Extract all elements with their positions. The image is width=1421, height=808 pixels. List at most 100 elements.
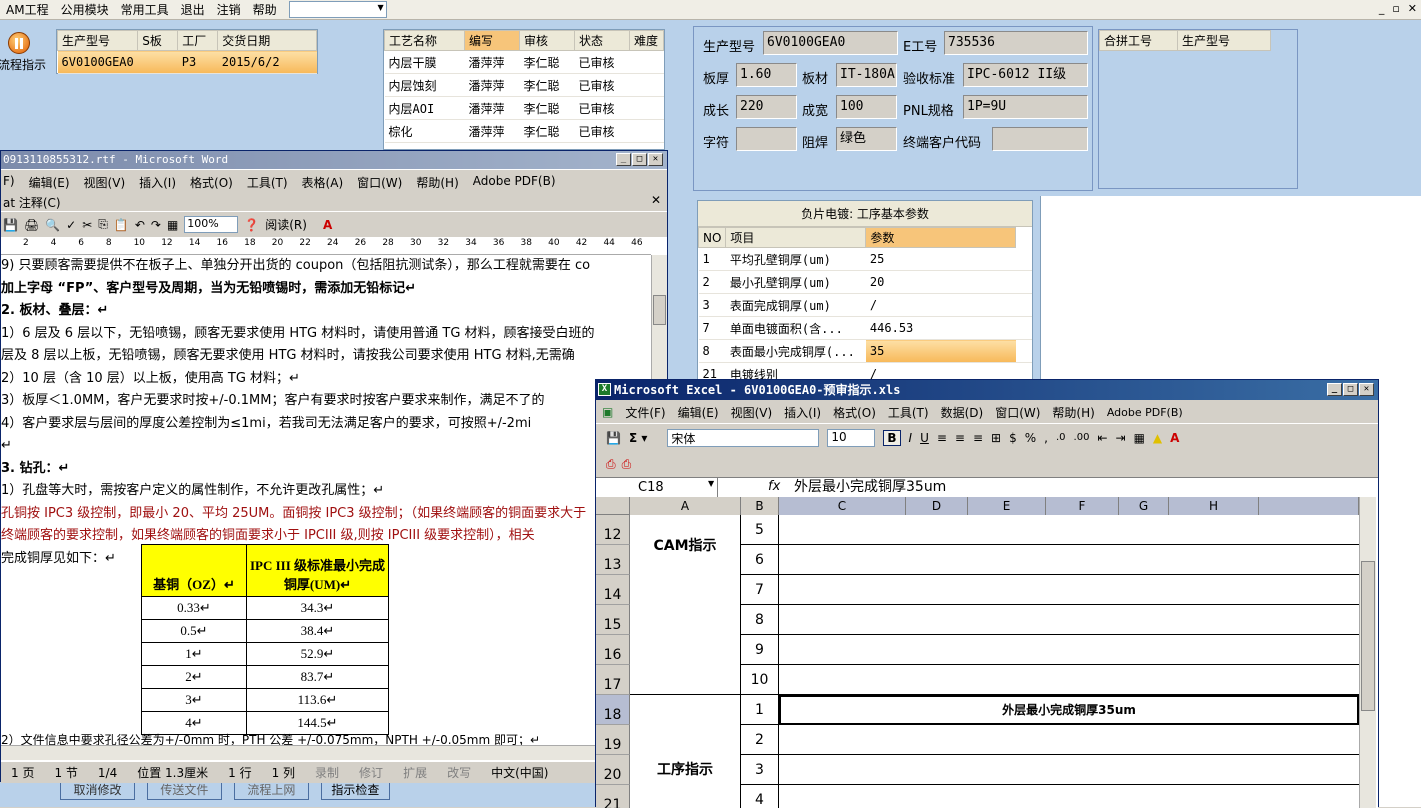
cell-b[interactable]: 8 <box>741 605 779 635</box>
table-row[interactable]: 8 表面最小完成铜厚(... 35 <box>698 339 1032 363</box>
fill-color-icon[interactable]: ▲ <box>1153 431 1162 445</box>
cell-b[interactable]: 4 <box>741 785 779 808</box>
excel-menu-pdf[interactable]: Adobe PDF(B) <box>1107 406 1183 419</box>
field-width[interactable]: 100 <box>836 95 897 119</box>
function-icon[interactable]: fx <box>768 479 780 494</box>
cell-b[interactable]: 2 <box>741 725 779 755</box>
cell-b[interactable]: 5 <box>741 515 779 545</box>
col-header-h[interactable]: H <box>1169 497 1259 515</box>
status-record[interactable]: 录制 <box>305 764 349 781</box>
excel-menu-view[interactable]: 视图(V) <box>731 404 773 421</box>
field-customer-code[interactable] <box>992 127 1088 151</box>
table-row[interactable]: 内层蚀刻 潘萍萍 李仁聪 已审核 <box>384 73 664 97</box>
process-col-writer[interactable]: 编写 <box>464 30 520 51</box>
excel-menu-tools[interactable]: 工具(T) <box>888 404 929 421</box>
order-cell-s[interactable] <box>137 50 178 74</box>
cell-selected[interactable]: 35 <box>865 339 1016 363</box>
menu-tools[interactable]: 常用工具 <box>115 1 175 19</box>
increase-decimal-icon[interactable]: .0 <box>1056 432 1066 443</box>
close-icon[interactable]: ✕ <box>648 153 663 166</box>
word-menu-table[interactable]: 表格(A) <box>302 174 344 191</box>
process-col-difficulty[interactable]: 难度 <box>629 30 664 51</box>
undo-icon[interactable]: ↶ <box>135 218 145 232</box>
row-header[interactable]: 18 <box>596 695 630 725</box>
italic-icon[interactable]: I <box>909 431 913 445</box>
row-header[interactable]: 13 <box>596 545 630 575</box>
preview-icon[interactable]: 🔍 <box>45 218 60 232</box>
flow-indicator-icon[interactable] <box>8 32 30 54</box>
field-length[interactable]: 220 <box>736 95 797 119</box>
field-pnl[interactable]: 1P=9U <box>963 95 1088 119</box>
help-icon[interactable]: ❓ <box>244 218 259 232</box>
process-col-reviewer[interactable]: 审核 <box>519 30 575 51</box>
save-icon[interactable]: 💾 <box>3 218 18 232</box>
menu-logout[interactable]: 注销 <box>211 1 247 19</box>
cell-c-row[interactable] <box>779 545 1359 575</box>
flow-indicator-button[interactable]: 流程指示 <box>0 56 46 73</box>
col-header-d[interactable]: D <box>906 497 968 515</box>
decrease-decimal-icon[interactable]: .00 <box>1074 432 1090 443</box>
word-menu-window[interactable]: 窗口(W) <box>357 174 402 191</box>
col-header-c[interactable]: C <box>779 497 906 515</box>
excel-vscrollbar[interactable] <box>1359 497 1376 808</box>
word-hscrollbar[interactable] <box>1 745 651 760</box>
close-icon[interactable]: ✕ <box>1359 383 1374 396</box>
percent-icon[interactable]: % <box>1025 431 1036 445</box>
field-model[interactable]: 6V0100GEA0 <box>763 31 898 55</box>
order-cell-date[interactable]: 2015/6/2 <box>217 50 317 74</box>
save-icon[interactable]: 💾 <box>606 431 621 445</box>
cell-c-row[interactable] <box>779 725 1359 755</box>
minimize-icon[interactable]: _ <box>1379 2 1385 15</box>
table-icon[interactable]: ▦ <box>167 218 178 232</box>
send-file-button[interactable]: 传送文件 <box>146 780 222 800</box>
field-standard[interactable]: IPC-6012 II级 <box>963 63 1088 87</box>
col-header-f[interactable]: F <box>1046 497 1119 515</box>
excel-menu-format[interactable]: 格式(O) <box>833 404 876 421</box>
spellcheck-icon[interactable]: ✓ <box>66 218 76 232</box>
col-header-g[interactable]: G <box>1119 497 1169 515</box>
font-color-icon[interactable]: A <box>1170 431 1179 445</box>
order-row[interactable]: 6V0100GEA0 P3 2015/6/2 <box>57 50 317 74</box>
chevron-down-icon[interactable]: ▼ <box>708 479 714 488</box>
table-row[interactable]: 3 表面完成铜厚(um) / <box>698 293 1032 317</box>
order-col-model[interactable]: 生产型号 <box>56 30 139 51</box>
cell-c-row[interactable] <box>779 665 1359 695</box>
check-instruction-button[interactable]: 指示检查 <box>320 780 390 800</box>
process-col-status[interactable]: 状态 <box>574 30 630 51</box>
paste-icon[interactable]: 📋 <box>114 218 129 232</box>
order-cell-model[interactable]: 6V0100GEA0 <box>57 50 138 74</box>
row-header[interactable]: 19 <box>596 725 630 755</box>
row-header[interactable]: 21 <box>596 785 630 808</box>
param-col-value[interactable]: 参数 <box>865 227 1017 248</box>
process-col-name[interactable]: 工艺名称 <box>384 30 465 51</box>
print-icon[interactable]: 🖨 <box>24 218 39 232</box>
field-material[interactable]: IT-180A <box>836 63 897 87</box>
excel-menu-help[interactable]: 帮助(H) <box>1052 404 1094 421</box>
row-header[interactable]: 20 <box>596 755 630 785</box>
status-overwrite[interactable]: 改写 <box>437 764 481 781</box>
col-header-e[interactable]: E <box>968 497 1046 515</box>
borders-icon[interactable]: ▦ <box>1134 431 1145 445</box>
maximize-icon[interactable]: □ <box>1343 383 1358 396</box>
cell-c-row[interactable] <box>779 635 1359 665</box>
align-right-icon[interactable]: ≡ <box>973 431 983 445</box>
indent-icon[interactable]: ⇥ <box>1116 431 1126 445</box>
align-left-icon[interactable]: ≡ <box>937 431 947 445</box>
col-header-b[interactable]: B <box>741 497 779 515</box>
cell-c-row[interactable] <box>779 515 1359 545</box>
row-header[interactable]: 16 <box>596 635 630 665</box>
cancel-edit-button[interactable]: 取消修改 <box>60 780 135 800</box>
cell-c-row[interactable] <box>779 605 1359 635</box>
minimize-icon[interactable]: _ <box>1327 383 1342 396</box>
word-menu-edit[interactable]: 编辑(E) <box>29 174 70 191</box>
pdf-settings-icon[interactable]: ⎙ <box>622 457 632 472</box>
pdf-icon[interactable]: ⎙ <box>606 457 616 472</box>
cell-b[interactable]: 10 <box>741 665 779 695</box>
maximize-icon[interactable]: □ <box>632 153 647 166</box>
word-menu-pdf[interactable]: Adobe PDF(B) <box>473 174 556 191</box>
excel-menu-file[interactable]: 文件(F) <box>625 404 665 421</box>
excel-menu-data[interactable]: 数据(D) <box>941 404 984 421</box>
word-menu-annotation[interactable]: at 注释(C) <box>3 196 61 210</box>
align-center-icon[interactable]: ≡ <box>955 431 965 445</box>
font-size-select[interactable]: 10 <box>827 428 876 447</box>
